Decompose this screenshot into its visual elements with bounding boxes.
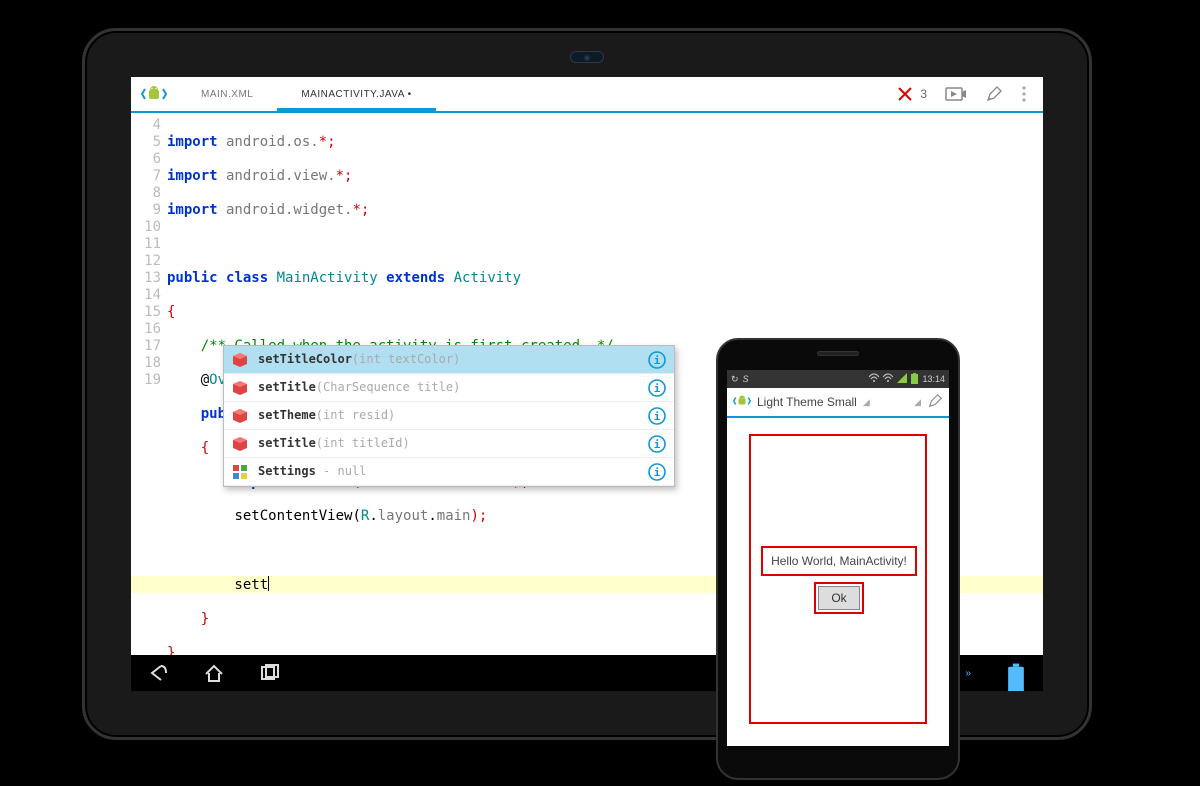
autocomplete-item[interactable]: setTheme(int resid) i (224, 402, 674, 430)
recent-apps-button[interactable] (259, 662, 281, 684)
phone-frame: ↻ S 13:14 Light Theme Small ◢ ◢ (716, 338, 960, 780)
phone-screen: ↻ S 13:14 Light Theme Small ◢ ◢ (727, 370, 949, 746)
method-icon (232, 380, 248, 396)
text-cursor (268, 576, 269, 591)
line-gutter: 4 5 6 7 8 9 10 11 12 13 14 15 16 17 18 1… (131, 113, 167, 655)
class-icon (232, 464, 248, 480)
edit-icon[interactable] (927, 393, 943, 412)
svg-text:i: i (654, 382, 661, 395)
sync-icon: ↻ (731, 374, 739, 385)
ok-button[interactable]: Ok (814, 582, 863, 614)
dropdown-icon[interactable]: ◢ (863, 397, 870, 408)
tab-mainactivity-java[interactable]: MAINACTIVITY.JAVA • (277, 77, 435, 111)
autocomplete-popup[interactable]: setTitleColor(int textColor) i setTitle(… (223, 345, 675, 487)
info-icon[interactable]: i (648, 351, 666, 369)
editor-tabs: MAIN.XML MAINACTIVITY.JAVA • (177, 77, 896, 111)
autocomplete-item[interactable]: Settings - null i (224, 458, 674, 486)
info-icon[interactable]: i (648, 379, 666, 397)
autocomplete-item[interactable]: setTitleColor(int textColor) i (224, 346, 674, 374)
error-count: 3 (920, 87, 927, 101)
toolbar-actions: 3 (896, 77, 1043, 111)
autocomplete-item[interactable]: setTitle(CharSequence title) i (224, 374, 674, 402)
home-button[interactable] (203, 662, 225, 684)
info-icon[interactable]: i (648, 435, 666, 453)
phone-preview: Hello World, MainActivity! Ok (727, 418, 949, 746)
signal-icon (897, 373, 907, 385)
tablet-camera (570, 51, 604, 63)
phone-title[interactable]: Light Theme Small (757, 395, 857, 409)
wifi-icon (883, 373, 893, 385)
phone-speaker (817, 351, 859, 356)
svg-text:i: i (654, 438, 661, 451)
app-logo[interactable] (131, 77, 177, 111)
phone-statusbar: ↻ S 13:14 (727, 370, 949, 388)
dropdown-icon[interactable]: ◢ (914, 397, 921, 408)
battery-icon (911, 373, 918, 386)
status-time: 13:14 (922, 374, 945, 384)
run-icon[interactable] (945, 85, 967, 103)
app-logo[interactable] (733, 392, 751, 413)
method-icon (232, 408, 248, 424)
battery-icon (1005, 662, 1027, 684)
layout-content: Hello World, MainActivity! Ok (755, 546, 923, 614)
s-icon: S (743, 374, 749, 384)
svg-text:i: i (654, 410, 661, 423)
edit-icon[interactable] (985, 85, 1003, 103)
back-button[interactable] (147, 662, 169, 684)
phone-appbar: Light Theme Small ◢ ◢ (727, 388, 949, 418)
method-icon (232, 436, 248, 452)
svg-text:i: i (654, 466, 661, 479)
svg-text:i: i (654, 354, 661, 367)
tab-main-xml[interactable]: MAIN.XML (177, 77, 277, 111)
method-icon (232, 352, 248, 368)
errors-icon[interactable] (896, 85, 914, 103)
info-icon[interactable]: i (648, 463, 666, 481)
ide-topbar: MAIN.XML MAINACTIVITY.JAVA • 3 (131, 77, 1043, 113)
wifi-icon (869, 373, 879, 385)
hello-label: Hello World, MainActivity! (761, 546, 917, 576)
menu-overflow-icon[interactable] (1021, 85, 1027, 103)
info-icon[interactable]: i (648, 407, 666, 425)
autocomplete-item[interactable]: setTitle(int titleId) i (224, 430, 674, 458)
chevron-icon: » (965, 668, 971, 679)
